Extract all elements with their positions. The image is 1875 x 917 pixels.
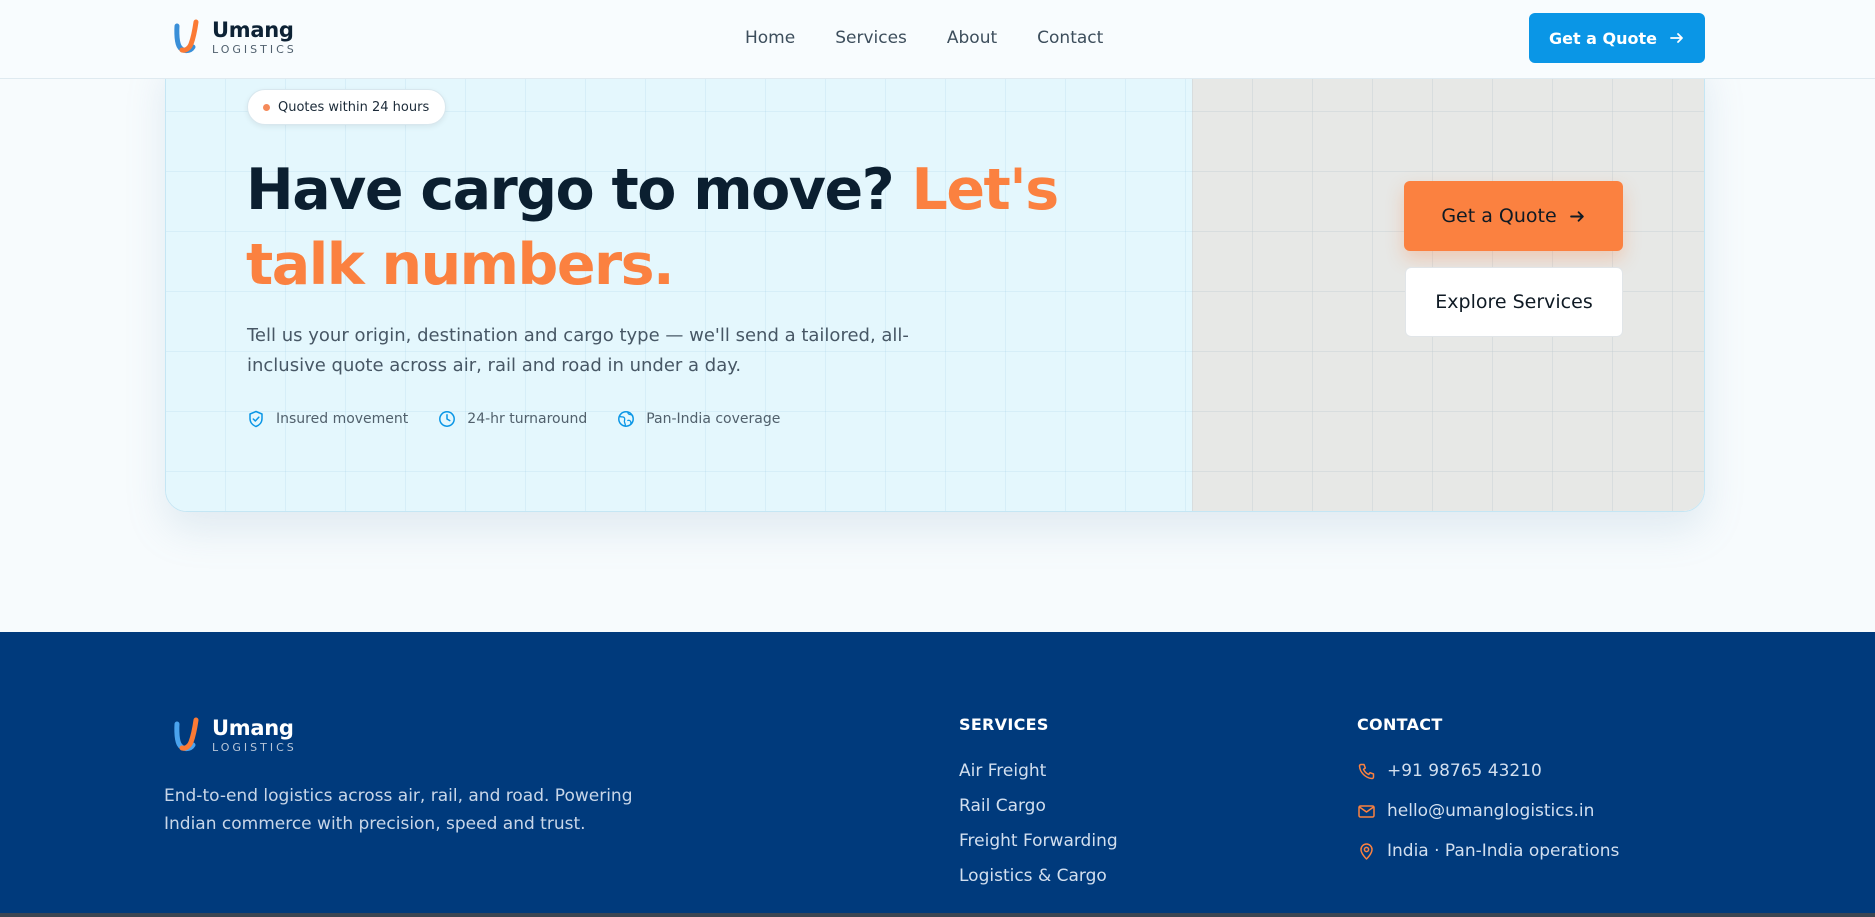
- feature-label: Insured movement: [276, 411, 409, 427]
- nav-services[interactable]: Services: [835, 28, 907, 48]
- feature-list: Insured movement 24-hr turnaround Pan-In…: [247, 410, 810, 428]
- explore-services-label: Explore Services: [1435, 291, 1593, 313]
- footer-contact-title: CONTACT: [1357, 715, 1443, 734]
- nav-contact[interactable]: Contact: [1037, 28, 1103, 48]
- arrow-right-icon: [1670, 33, 1683, 43]
- contact-phone-text: +91 98765 43210: [1387, 761, 1542, 781]
- badge-dot: [263, 104, 270, 111]
- footer-link-rail-cargo[interactable]: Rail Cargo: [959, 796, 1046, 816]
- footer-brand-logo[interactable]: Umang LOGISTICS: [172, 716, 297, 754]
- contact-location-text: India · Pan-India operations: [1387, 841, 1620, 861]
- feature-item: 24-hr turnaround: [438, 410, 587, 428]
- arrow-right-icon: [1569, 210, 1584, 222]
- site-header: Umang LOGISTICS Home Services About Cont…: [0, 0, 1875, 79]
- feature-label: 24-hr turnaround: [467, 411, 588, 427]
- contact-email-text: hello@umanglogistics.in: [1387, 801, 1595, 821]
- map-pin-icon: [1360, 842, 1373, 860]
- feature-label: Pan-India coverage: [646, 411, 781, 427]
- footer-brand-name: Umang: [212, 715, 294, 740]
- clock-icon: [439, 411, 456, 427]
- hero-get-quote-button[interactable]: Get a Quote: [1404, 181, 1623, 251]
- hero-description: Tell us your origin, destination and car…: [247, 325, 909, 376]
- badge-label: Quotes within 24 hours: [278, 99, 430, 115]
- phone-icon: [1358, 763, 1375, 779]
- globe-icon: [618, 411, 635, 427]
- explore-services-button[interactable]: Explore Services: [1405, 267, 1623, 337]
- nav-home[interactable]: Home: [745, 28, 795, 48]
- header-get-quote-button[interactable]: Get a Quote: [1529, 13, 1705, 63]
- quote-time-badge: Quotes within 24 hours: [247, 89, 447, 125]
- main-nav: Home Services About Contact: [745, 28, 1103, 48]
- shield-check-icon: [249, 410, 263, 428]
- brand-logo[interactable]: Umang LOGISTICS: [172, 18, 297, 56]
- footer-link-freight-forwarding[interactable]: Freight Forwarding: [959, 831, 1118, 851]
- footer-description: End-to-end logistics across air, rail, a…: [164, 786, 633, 834]
- footer-link-air-freight[interactable]: Air Freight: [959, 761, 1046, 781]
- footer-contact-email[interactable]: hello@umanglogistics.in: [1357, 801, 1594, 821]
- footer-brand-subtitle: LOGISTICS: [212, 740, 297, 754]
- feature-item: Pan-India coverage: [617, 410, 780, 428]
- hero-headline: Have cargo to move? Let's talk numbers.: [246, 153, 1126, 303]
- headline-main: Have cargo to move?: [246, 157, 912, 223]
- logo-mark-icon: [174, 717, 199, 752]
- mail-icon: [1358, 804, 1375, 818]
- brand-subtitle: LOGISTICS: [212, 42, 297, 56]
- footer-link-logistics-cargo[interactable]: Logistics & Cargo: [959, 866, 1107, 886]
- brand-name: Umang: [212, 17, 294, 42]
- footer-services-title: SERVICES: [959, 715, 1049, 734]
- header-get-quote-label: Get a Quote: [1548, 28, 1658, 48]
- nav-about[interactable]: About: [947, 28, 997, 48]
- logo-mark-icon: [174, 19, 199, 54]
- footer-contact-location: India · Pan-India operations: [1357, 841, 1619, 861]
- feature-item: Insured movement: [247, 410, 408, 428]
- footer-contact-phone[interactable]: +91 98765 43210: [1357, 761, 1542, 781]
- site-footer: Umang LOGISTICS End-to-end logistics acr…: [0, 632, 1875, 917]
- hero-get-quote-label: Get a Quote: [1441, 205, 1557, 227]
